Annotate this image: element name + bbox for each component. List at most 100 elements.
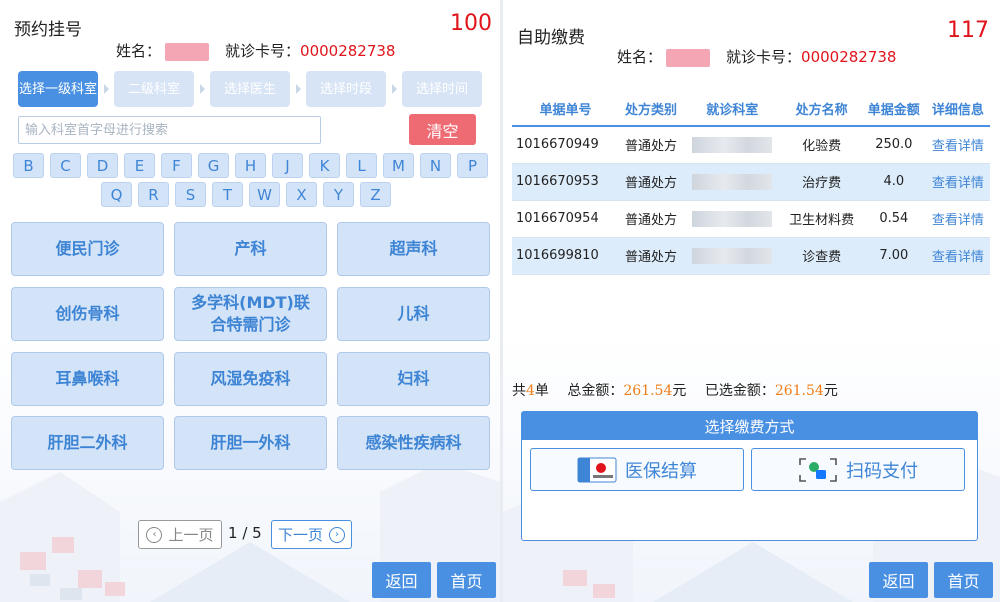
column-header: 处方名称 xyxy=(781,92,862,127)
dept-redacted xyxy=(692,173,773,190)
dept-button[interactable]: 产科 xyxy=(174,222,327,276)
dept-button[interactable]: 超声科 xyxy=(337,222,490,276)
page-separator: / xyxy=(242,524,248,542)
bill-amount: 7.00 xyxy=(861,237,926,275)
letter-key-x[interactable]: X xyxy=(286,182,317,207)
letter-key-s[interactable]: S xyxy=(175,182,206,207)
table-row[interactable]: 1016670953 普通处方 治疗费 4.0 查看详情 xyxy=(512,163,990,201)
clear-button[interactable]: 清空 xyxy=(409,114,476,145)
table-row[interactable]: 1016670954 普通处方 卫生材料费 0.54 查看详情 xyxy=(512,200,990,238)
table-row[interactable]: 1016699810 普通处方 诊查费 7.00 查看详情 xyxy=(512,237,990,275)
bill-amount: 250.0 xyxy=(861,126,926,164)
dept-button[interactable]: 儿科 xyxy=(337,287,490,341)
back-button[interactable]: 返回 xyxy=(372,562,431,598)
dept-button[interactable]: 肝胆一外科 xyxy=(174,416,327,470)
dept-redacted xyxy=(692,136,773,153)
dept-search-input[interactable] xyxy=(18,116,321,144)
letter-key-k[interactable]: K xyxy=(309,153,340,178)
dept-button[interactable]: 耳鼻喉科 xyxy=(11,352,164,406)
letter-key-m[interactable]: M xyxy=(383,153,414,178)
page-title: 预约挂号 xyxy=(14,20,82,40)
letter-key-b[interactable]: B xyxy=(13,153,44,178)
medical-insurance-label: 医保结算 xyxy=(625,460,697,482)
countdown-counter: 100 xyxy=(450,11,492,36)
step-doctor[interactable]: 选择医生 xyxy=(210,71,290,107)
letter-key-t[interactable]: T xyxy=(212,182,243,207)
letter-key-r[interactable]: R xyxy=(138,182,169,207)
countdown-counter: 117 xyxy=(947,18,989,43)
scan-pay-label: 扫码支付 xyxy=(846,460,918,482)
step-arrow xyxy=(392,84,397,94)
letter-key-z[interactable]: Z xyxy=(360,182,391,207)
card-label: 就诊卡号： xyxy=(225,42,301,60)
step-arrow xyxy=(296,84,301,94)
letter-key-e[interactable]: E xyxy=(124,153,155,178)
bill-number: 1016670954 xyxy=(512,200,619,238)
dept-button[interactable]: 创伤骨科 xyxy=(11,287,164,341)
step-time[interactable]: 选择时间 xyxy=(402,71,482,107)
card-label: 就诊卡号： xyxy=(726,48,802,66)
count-suffix: 单 xyxy=(534,383,549,399)
chevron-left-icon: ‹ xyxy=(146,526,163,543)
letter-key-p[interactable]: P xyxy=(457,153,488,178)
letter-key-f[interactable]: F xyxy=(161,153,192,178)
back-button[interactable]: 返回 xyxy=(869,562,928,598)
letter-key-y[interactable]: Y xyxy=(323,182,354,207)
letter-key-d[interactable]: D xyxy=(87,153,118,178)
table-header-row: 单据单号 处方类别 就诊科室 处方名称 单据金额 详细信息 xyxy=(512,92,990,127)
total-pages: 5 xyxy=(252,524,262,542)
home-button[interactable]: 首页 xyxy=(437,562,496,598)
next-page-button[interactable]: 下一页 › xyxy=(271,520,352,549)
patient-name-redacted xyxy=(165,42,210,61)
step-arrow xyxy=(104,84,109,94)
letter-key-h[interactable]: H xyxy=(235,153,266,178)
dept-cell xyxy=(683,126,782,164)
patient-name-redacted xyxy=(666,48,711,67)
bill-table: 单据单号 处方类别 就诊科室 处方名称 单据金额 详细信息 1016670949… xyxy=(512,92,990,275)
prescription-name: 诊查费 xyxy=(781,237,862,275)
card-number: 0000282738 xyxy=(801,48,897,66)
view-detail-link[interactable]: 查看详情 xyxy=(925,163,990,201)
total-label: 总金额： xyxy=(567,383,624,399)
letter-key-l[interactable]: L xyxy=(346,153,377,178)
step-arrow xyxy=(200,84,205,94)
dept-button[interactable]: 肝胆二外科 xyxy=(11,416,164,470)
dept-button[interactable]: 便民门诊 xyxy=(11,222,164,276)
column-header: 详细信息 xyxy=(925,92,990,127)
step-level2-dept[interactable]: 二级科室 xyxy=(114,71,194,107)
dept-cell xyxy=(683,200,782,238)
prescription-type: 普通处方 xyxy=(618,200,683,238)
column-header: 就诊科室 xyxy=(683,92,782,127)
step-period[interactable]: 选择时段 xyxy=(306,71,386,107)
dept-redacted xyxy=(692,247,773,264)
letter-key-j[interactable]: J xyxy=(272,153,303,178)
count-prefix: 共 xyxy=(512,383,526,399)
letter-key-g[interactable]: G xyxy=(198,153,229,178)
dept-button[interactable]: 妇科 xyxy=(337,352,490,406)
prev-page-label: 上一页 xyxy=(168,526,214,544)
prev-page-button[interactable]: ‹ 上一页 xyxy=(138,520,222,549)
selected-amount: 261.54 xyxy=(774,383,824,399)
view-detail-link[interactable]: 查看详情 xyxy=(925,237,990,275)
letter-key-n[interactable]: N xyxy=(420,153,451,178)
column-header: 单据金额 xyxy=(861,92,926,127)
letter-key-w[interactable]: W xyxy=(249,182,280,207)
dept-button[interactable]: 多学科(MDT)联合特需门诊 xyxy=(174,287,327,341)
view-detail-link[interactable]: 查看详情 xyxy=(925,200,990,238)
total-unit: 元 xyxy=(672,383,687,399)
medical-insurance-button[interactable]: 医保结算 xyxy=(530,448,744,491)
patient-info: 姓名： 就诊卡号：0000282738 xyxy=(116,40,395,61)
table-row[interactable]: 1016670949 普通处方 化验费 250.0 查看详情 xyxy=(512,126,990,164)
qr-scan-icon xyxy=(799,457,837,482)
prescription-type: 普通处方 xyxy=(618,126,683,164)
prescription-type: 普通处方 xyxy=(618,237,683,275)
home-button[interactable]: 首页 xyxy=(934,562,993,598)
column-header: 单据单号 xyxy=(512,92,619,127)
view-detail-link[interactable]: 查看详情 xyxy=(925,126,990,164)
letter-key-c[interactable]: C xyxy=(50,153,81,178)
scan-pay-button[interactable]: 扫码支付 xyxy=(751,448,965,491)
step-level1-dept[interactable]: 选择一级科室 xyxy=(18,71,98,107)
dept-button[interactable]: 感染性疾病科 xyxy=(337,416,490,470)
dept-button[interactable]: 风湿免疫科 xyxy=(174,352,327,406)
letter-key-q[interactable]: Q xyxy=(101,182,132,207)
